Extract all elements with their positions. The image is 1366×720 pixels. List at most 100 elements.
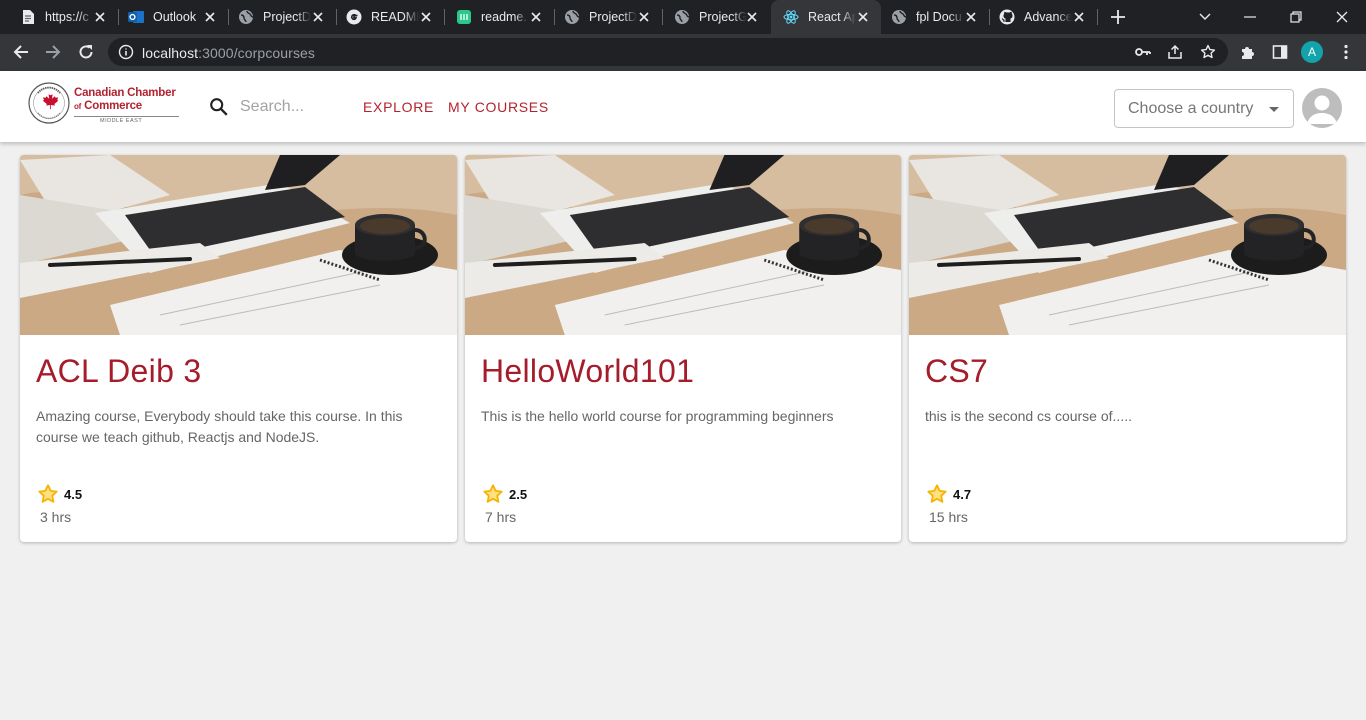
course-description: this is the second cs course of.....	[925, 408, 1132, 424]
tab-divider	[444, 9, 445, 25]
country-select-value: Choose a country	[1128, 100, 1254, 117]
browser-tab[interactable]: README	[338, 0, 442, 34]
close-icon[interactable]	[418, 9, 434, 25]
star-icon	[483, 484, 503, 503]
close-icon[interactable]	[1071, 9, 1087, 25]
course-card[interactable]: HelloWorld101 This is the hello world co…	[465, 155, 901, 542]
course-card[interactable]: ACL Deib 3 Amazing course, Everybody sho…	[20, 155, 457, 542]
logo-line-1: Canadian Chamber	[74, 87, 176, 99]
restore-icon[interactable]	[1284, 5, 1308, 29]
course-image	[20, 155, 457, 335]
url-path: :3000/corpcourses	[198, 45, 316, 61]
course-title[interactable]: CS7	[925, 353, 988, 390]
course-image	[465, 155, 901, 335]
dropdown-caret-icon	[1269, 107, 1279, 112]
course-image	[909, 155, 1346, 335]
globe-icon	[564, 9, 580, 25]
side-panel-icon[interactable]	[1267, 39, 1293, 65]
tab-divider	[1097, 9, 1098, 25]
close-icon[interactable]	[855, 9, 871, 25]
reload-icon[interactable]	[73, 39, 99, 65]
tab-divider	[662, 9, 663, 25]
course-rating: 4.7	[953, 487, 972, 502]
course-title[interactable]: HelloWorld101	[481, 353, 694, 390]
outlook-icon	[128, 9, 144, 25]
close-icon[interactable]	[744, 9, 760, 25]
browser-tab[interactable]: readme.	[446, 0, 552, 34]
logo-line-3: MIDDLE EAST	[100, 118, 143, 124]
browser-profile-avatar[interactable]: A	[1301, 41, 1323, 63]
url-text[interactable]: localhost:3000/corpcourses	[142, 45, 315, 61]
course-rating: 4.5	[64, 487, 83, 502]
course-hours: 15 hrs	[929, 509, 968, 525]
course-hours: 3 hrs	[40, 509, 72, 525]
react-icon	[783, 9, 799, 25]
nav-my-courses-link[interactable]: MY COURSES	[448, 99, 549, 115]
nav-explore-link[interactable]: EXPLORE	[363, 99, 434, 115]
tab-label: React Ap	[808, 10, 856, 24]
chamber-logo[interactable]: Canadian Chamber of Commerce MIDDLE EAST	[28, 80, 183, 126]
info-icon[interactable]	[118, 44, 134, 60]
search-icon[interactable]	[208, 96, 230, 118]
browser-toolbar: localhost:3000/corpcourses A	[0, 34, 1366, 71]
search-input[interactable]	[240, 95, 340, 119]
person-icon	[1307, 95, 1337, 124]
logo-line-2: of Commerce	[74, 100, 142, 112]
star-icon	[38, 484, 58, 503]
password-key-icon[interactable]	[1134, 43, 1152, 61]
browser-tab[interactable]: ProjectD	[230, 0, 334, 34]
country-select[interactable]: Choose a country	[1114, 89, 1294, 128]
extensions-puzzle-icon[interactable]	[1235, 39, 1261, 65]
close-icon[interactable]	[310, 9, 326, 25]
kebab-menu-icon[interactable]	[1333, 39, 1359, 65]
tab-label: https://c	[45, 10, 89, 24]
browser-tab[interactable]: fpl Docu	[883, 0, 987, 34]
course-rating: 2.5	[509, 487, 528, 502]
tab-search-chevron-icon[interactable]	[1193, 5, 1217, 29]
share-icon[interactable]	[1166, 43, 1184, 61]
tab-label: ProjectD	[589, 10, 637, 24]
user-avatar[interactable]	[1302, 88, 1342, 128]
close-icon[interactable]	[92, 9, 108, 25]
tab-divider	[228, 9, 229, 25]
minimize-icon[interactable]	[1238, 5, 1262, 29]
browser-tab-active[interactable]: React Ap	[771, 0, 881, 34]
close-icon[interactable]	[202, 9, 218, 25]
tab-label: README	[371, 10, 419, 24]
tab-label: Advance	[1024, 10, 1072, 24]
app-header: Canadian Chamber of Commerce MIDDLE EAST…	[0, 71, 1366, 142]
globe-icon	[891, 9, 907, 25]
browser-tab[interactable]: Outlook	[120, 0, 226, 34]
close-icon[interactable]	[528, 9, 544, 25]
close-icon[interactable]	[963, 9, 979, 25]
browser-tab[interactable]: ProjectG	[664, 0, 768, 34]
logo-rule	[74, 116, 179, 117]
document-icon	[20, 9, 36, 25]
tab-divider	[554, 9, 555, 25]
tab-label: ProjectG	[699, 10, 747, 24]
star-icon	[927, 484, 947, 503]
browser-tab[interactable]: https://c	[12, 0, 116, 34]
tab-label: fpl Docu	[916, 10, 962, 24]
chamber-seal-icon	[28, 82, 70, 124]
bookmark-star-icon[interactable]	[1199, 43, 1217, 61]
close-window-icon[interactable]	[1330, 5, 1354, 29]
browser-tab[interactable]: Advance	[991, 0, 1095, 34]
course-card[interactable]: CS7 this is the second cs course of.....…	[909, 155, 1346, 542]
course-title[interactable]: ACL Deib 3	[36, 353, 201, 390]
close-icon[interactable]	[636, 9, 652, 25]
back-arrow-icon[interactable]	[8, 39, 34, 65]
google-icon	[346, 9, 362, 25]
search-bar	[208, 95, 340, 119]
address-bar[interactable]: localhost:3000/corpcourses	[108, 38, 1228, 66]
logo-line-2-prefix: of	[74, 102, 82, 111]
github-icon	[999, 9, 1015, 25]
url-host: localhost	[142, 45, 199, 61]
tab-divider	[989, 9, 990, 25]
course-description: Amazing course, Everybody should take th…	[36, 408, 403, 445]
forward-arrow-icon[interactable]	[40, 39, 66, 65]
browser-tab[interactable]: ProjectD	[556, 0, 660, 34]
browser-tab-strip: https://c Outlook ProjectD README readme…	[0, 0, 1366, 34]
tab-divider	[118, 9, 119, 25]
new-tab-plus-icon[interactable]	[1108, 7, 1128, 27]
